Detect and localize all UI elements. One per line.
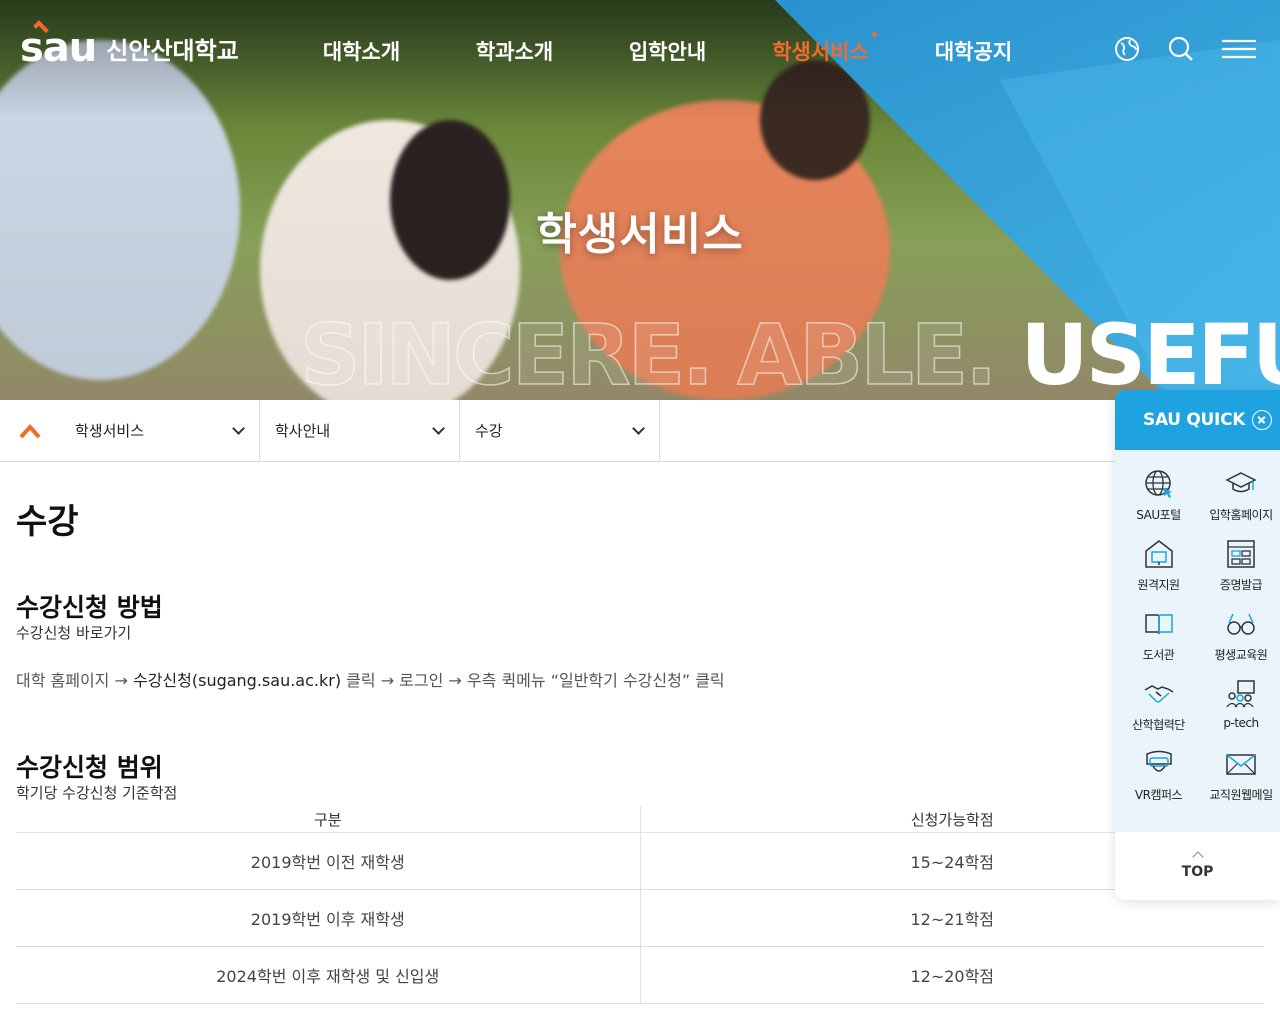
certificate-icon xyxy=(1227,540,1255,568)
table-header-row: 구분 신청가능학점 xyxy=(16,806,1264,833)
main-nav: 대학소개 학과소개 입학안내 학생서비스 대학공지 xyxy=(285,32,1050,66)
chevron-up-icon xyxy=(1191,850,1204,863)
quick-item-label: SAU포털 xyxy=(1136,508,1181,522)
table-cell: 12~20학점 xyxy=(640,946,1264,1004)
book-icon xyxy=(1144,614,1173,635)
p-tech-icon xyxy=(1226,680,1255,708)
slogan-solid-text: USEFUL xyxy=(1020,306,1280,400)
home-button[interactable] xyxy=(0,400,60,461)
nav-student-services[interactable]: 학생서비스 xyxy=(744,32,897,66)
home-icon xyxy=(19,423,41,438)
menu-icon[interactable] xyxy=(1222,36,1256,62)
remote-support-icon xyxy=(1144,540,1173,568)
quick-item-ptech[interactable]: p-tech xyxy=(1202,678,1280,748)
quick-item-mail[interactable]: 교직원웹메일 xyxy=(1202,748,1280,818)
graduation-cap-icon xyxy=(1225,472,1257,493)
close-icon[interactable] xyxy=(1252,410,1272,430)
quick-item-library[interactable]: 도서관 xyxy=(1115,608,1202,678)
logo-text: 신안산대학교 xyxy=(106,37,239,65)
quick-item-label: 도서관 xyxy=(1142,648,1175,662)
sugang-link[interactable]: 수강신청(sugang.sau.ac.kr) xyxy=(133,671,341,690)
chevron-down-icon xyxy=(432,421,445,435)
handshake-icon xyxy=(1144,685,1173,703)
logo-mark: sau xyxy=(20,20,97,68)
chevron-down-icon xyxy=(232,421,245,435)
search-icon[interactable] xyxy=(1168,36,1194,62)
quick-item-label: 원격지원 xyxy=(1137,578,1180,592)
quick-item-vr[interactable]: VR캠퍼스 xyxy=(1115,748,1202,818)
chevron-down-icon xyxy=(632,421,645,435)
table-cell: 2019학번 이후 재학생 xyxy=(16,889,641,947)
site-logo[interactable]: sau 신안산대학교 xyxy=(20,20,239,68)
quick-item-label: 입학홈페이지 xyxy=(1209,508,1273,522)
section-subtitle-method: 수강신청 바로가기 xyxy=(16,624,132,642)
section-title-method: 수강신청 방법 xyxy=(16,593,163,622)
step-text-1: 대학 홈페이지 → xyxy=(16,671,133,690)
globe-icon[interactable] xyxy=(1114,36,1140,62)
breadcrumb-select-1[interactable]: 학생서비스 xyxy=(60,400,260,461)
quick-item-label: 산학협력단 xyxy=(1132,718,1185,732)
table-row: 2019학번 이후 재학생 12~21학점 xyxy=(16,889,1264,947)
top-label: TOP xyxy=(1181,863,1214,880)
table-header-category: 구분 xyxy=(16,806,641,833)
table-cell: 2024학번 이후 재학생 및 신입생 xyxy=(16,946,641,1004)
table-cell: 2019학번 이전 재학생 xyxy=(16,832,641,890)
quick-item-admission[interactable]: 입학홈페이지 xyxy=(1202,468,1280,538)
quick-menu-header: SAU QUICK xyxy=(1115,390,1280,450)
logo-mark-text: sau xyxy=(20,25,97,71)
quick-item-lifelong[interactable]: 평생교육원 xyxy=(1202,608,1280,678)
registration-steps: 대학 홈페이지 → 수강신청(sugang.sau.ac.kr) 클릭 → 로그… xyxy=(16,667,725,691)
top-button[interactable]: TOP xyxy=(1115,832,1280,900)
table-row: 2019학번 이전 재학생 15~24학점 xyxy=(16,832,1264,890)
quick-item-remote[interactable]: 원격지원 xyxy=(1115,538,1202,608)
slogan-ghost-text: SINCERE. ABLE. xyxy=(299,305,998,400)
breadcrumb-select-3[interactable]: 수강 xyxy=(460,400,660,461)
glasses-icon xyxy=(1227,613,1255,635)
vr-headset-icon xyxy=(1145,750,1172,772)
quick-menu-panel: SAU QUICK SAU포털 입학홈페이지 원격지원 증명발급 도서관 평생교… xyxy=(1115,390,1280,900)
quick-menu-grid: SAU포털 입학홈페이지 원격지원 증명발급 도서관 평생교육원 산학협력단 p… xyxy=(1115,450,1280,818)
quick-item-label: 교직원웹메일 xyxy=(1209,788,1273,802)
quick-item-label: p-tech xyxy=(1223,716,1259,730)
header-icons xyxy=(1114,36,1256,62)
nav-about[interactable]: 대학소개 xyxy=(285,36,438,66)
page-title: 수강 xyxy=(16,502,79,542)
breadcrumb-label-3: 수강 xyxy=(475,422,503,440)
step-text-2: 클릭 → 로그인 → 우측 퀵메뉴 “일반학기 수강신청” 클릭 xyxy=(341,671,725,690)
section-subtitle-range: 학기당 수강신청 기준학점 xyxy=(16,784,178,802)
quick-item-certificate[interactable]: 증명발급 xyxy=(1202,538,1280,608)
breadcrumb-label-2: 학사안내 xyxy=(275,422,331,440)
nav-admissions[interactable]: 입학안내 xyxy=(591,36,744,66)
hero-title: 학생서비스 xyxy=(536,209,744,260)
quick-item-label: 평생교육원 xyxy=(1214,648,1268,662)
quick-item-label: VR캠퍼스 xyxy=(1134,788,1183,802)
quick-menu-title: SAU QUICK xyxy=(1143,410,1246,430)
breadcrumb: 학생서비스 학사안내 수강 xyxy=(0,400,1280,462)
hero-slogan: SINCERE. ABLE. USEFUL xyxy=(299,305,1280,400)
nav-notices[interactable]: 대학공지 xyxy=(897,36,1050,66)
mail-icon xyxy=(1226,754,1256,775)
quick-item-label: 증명발급 xyxy=(1219,578,1263,592)
section-title-range: 수강신청 범위 xyxy=(16,753,163,782)
breadcrumb-select-2[interactable]: 학사안내 xyxy=(260,400,460,461)
nav-departments[interactable]: 학과소개 xyxy=(438,36,591,66)
quick-item-portal[interactable]: SAU포털 xyxy=(1115,468,1202,538)
table-row: 2024학번 이후 재학생 및 신입생 12~20학점 xyxy=(16,946,1264,1004)
portal-icon xyxy=(1144,470,1172,498)
credit-table: 구분 신청가능학점 2019학번 이전 재학생 15~24학점 2019학번 이… xyxy=(16,806,1264,1004)
breadcrumb-label-1: 학생서비스 xyxy=(75,422,145,440)
quick-item-industry[interactable]: 산학협력단 xyxy=(1115,678,1202,748)
